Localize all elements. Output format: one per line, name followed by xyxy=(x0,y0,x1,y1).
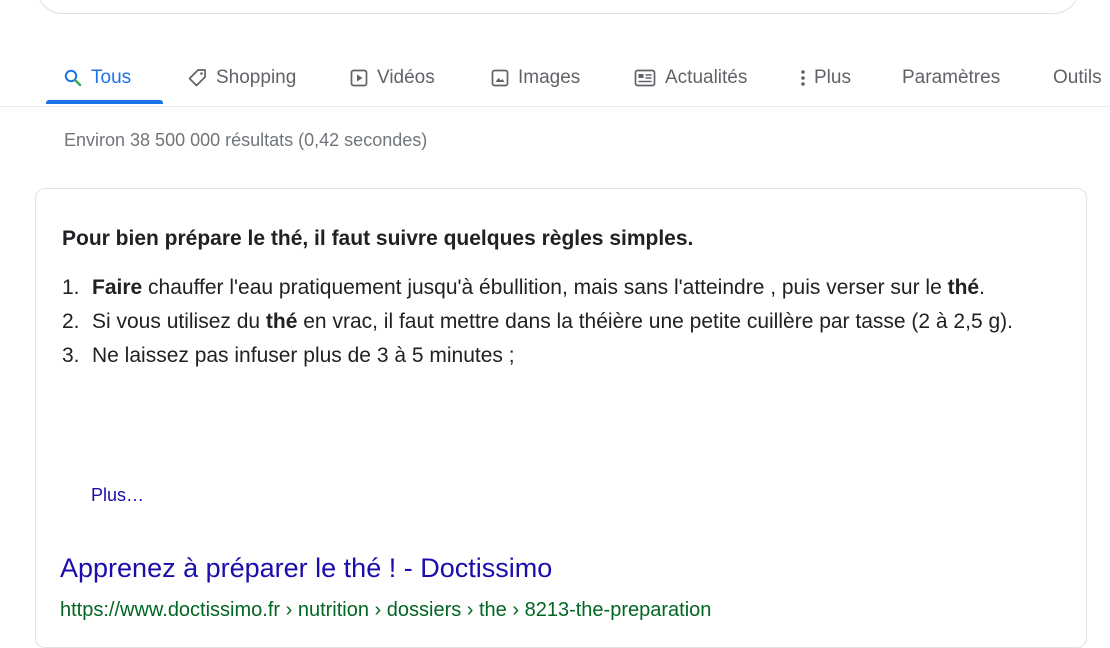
tab-label: Shopping xyxy=(216,67,297,88)
tag-icon xyxy=(187,68,207,88)
step-text: Ne laissez pas infuser plus de 3 à 5 min… xyxy=(92,344,515,367)
image-icon xyxy=(491,69,509,87)
list-item: 2. Si vous utilisez du thé en vrac, il f… xyxy=(62,307,1052,337)
list-item: 1. Faire chauffer l'eau pratiquement jus… xyxy=(62,273,1052,303)
step-bold-text: thé xyxy=(947,276,980,299)
video-icon xyxy=(350,69,368,87)
result-title-link[interactable]: Apprenez à préparer le thé ! - Doctissim… xyxy=(60,553,552,584)
step-number: 2. xyxy=(62,310,80,333)
tab-label: Outils xyxy=(1053,67,1102,88)
tab-label: Plus xyxy=(814,67,851,88)
search-tabs: Tous Shopping Vidéos Images Actualités P… xyxy=(0,50,1110,107)
search-box[interactable] xyxy=(36,0,1080,14)
tab-label: Vidéos xyxy=(377,67,435,88)
tab-shopping[interactable]: Shopping xyxy=(187,50,296,106)
list-item: 3. Ne laissez pas infuser plus de 3 à 5 … xyxy=(62,341,1052,371)
tab-news[interactable]: Actualités xyxy=(634,50,747,106)
tab-more[interactable]: Plus xyxy=(800,50,851,106)
step-bold-text: Faire xyxy=(92,276,143,299)
tab-label: Actualités xyxy=(665,67,748,88)
search-icon xyxy=(64,69,82,87)
tab-images[interactable]: Images xyxy=(491,50,580,106)
step-text: chauffer l'eau pratiquement jusqu'à ébul… xyxy=(142,276,948,299)
snippet-steps: 1. Faire chauffer l'eau pratiquement jus… xyxy=(62,273,1052,375)
news-icon xyxy=(634,69,656,87)
tab-all[interactable]: Tous xyxy=(64,50,131,106)
tab-videos[interactable]: Vidéos xyxy=(350,50,435,106)
tab-label: Tous xyxy=(91,67,132,88)
result-url[interactable]: https://www.doctissimo.fr › nutrition › … xyxy=(60,599,711,622)
step-bold-text: thé xyxy=(265,310,298,333)
more-link[interactable]: Plus… xyxy=(91,485,144,506)
more-vert-icon xyxy=(800,69,806,87)
tab-label: Images xyxy=(518,67,581,88)
step-number: 1. xyxy=(62,276,80,299)
tab-settings[interactable]: Paramètres xyxy=(902,50,1000,106)
snippet-heading: Pour bien prépare le thé, il faut suivre… xyxy=(62,227,694,250)
tab-label: Paramètres xyxy=(902,67,1001,88)
tab-tools[interactable]: Outils xyxy=(1053,50,1102,106)
featured-snippet: Pour bien prépare le thé, il faut suivre… xyxy=(35,188,1087,648)
result-stats: Environ 38 500 000 résultats (0,42 secon… xyxy=(64,130,428,150)
active-tab-indicator xyxy=(46,100,163,104)
step-text: en vrac, il faut mettre dans la théière … xyxy=(297,310,1013,333)
step-text: . xyxy=(979,276,985,299)
step-number: 3. xyxy=(62,344,80,367)
step-text: Si vous utilisez du xyxy=(92,310,266,333)
